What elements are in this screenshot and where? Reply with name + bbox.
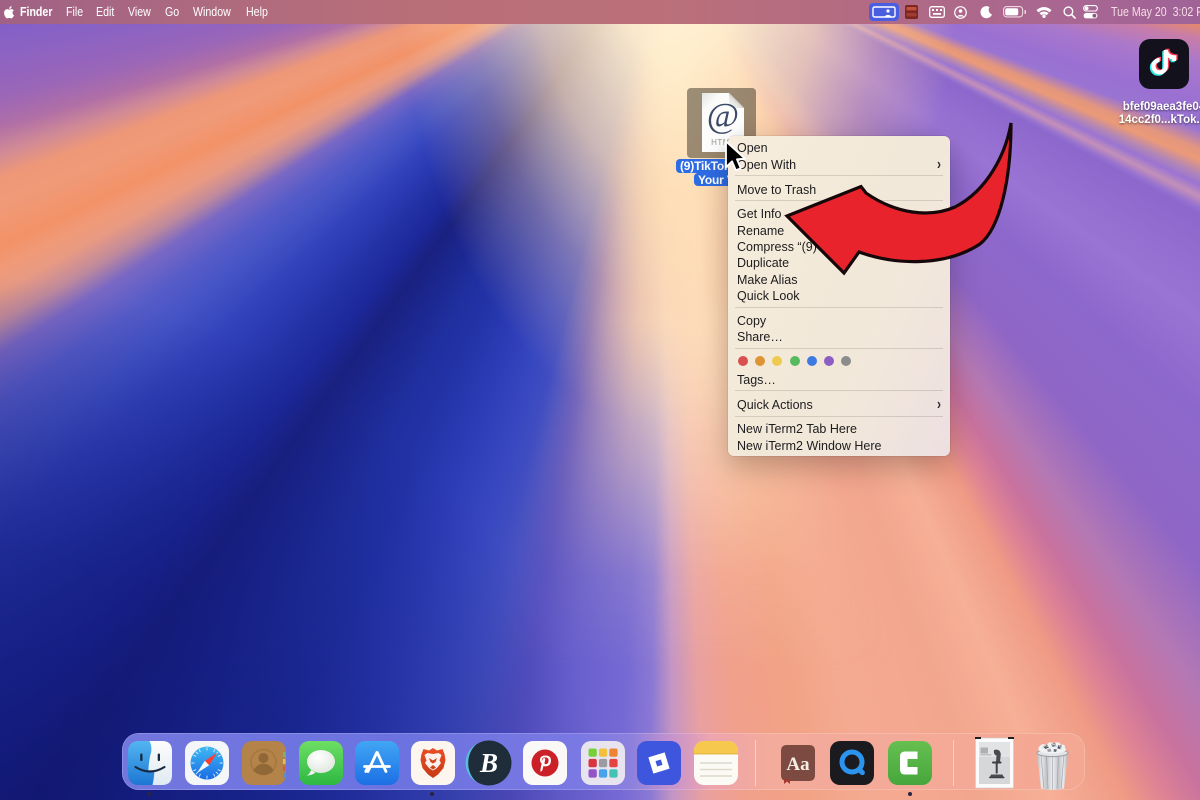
svg-text:Aa: Aa	[786, 754, 810, 775]
svg-text:B: B	[479, 748, 498, 778]
